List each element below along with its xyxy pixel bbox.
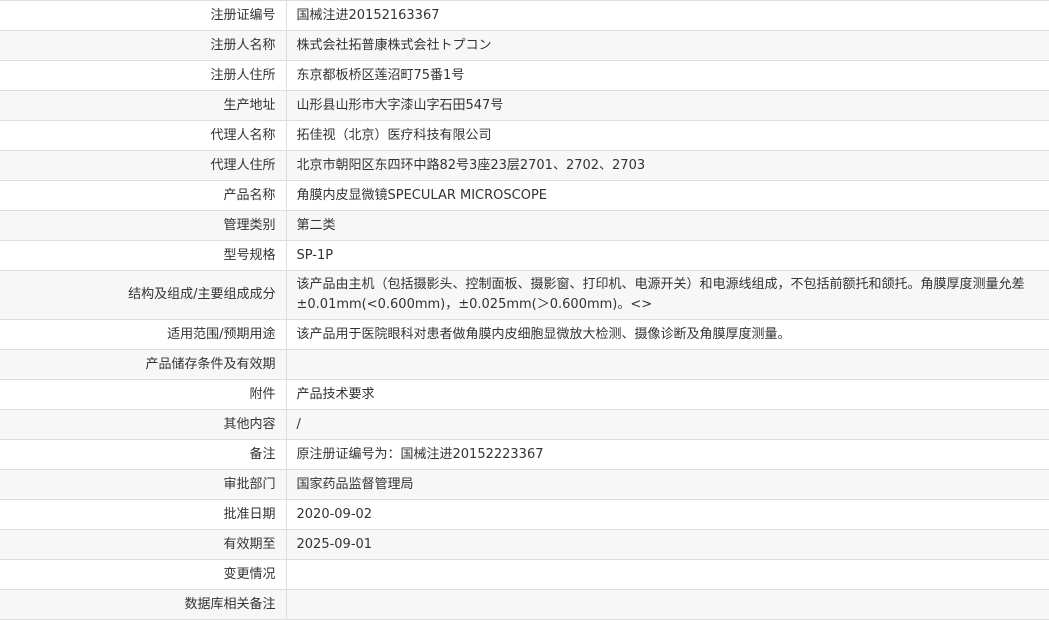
row-value: 产品技术要求	[286, 379, 1049, 410]
row-value: 该产品用于医院眼科对患者做角膜内皮细胞显微放大检测、摄像诊断及角膜厚度测量。	[286, 319, 1049, 350]
row-value: 第二类	[286, 210, 1049, 241]
row-label: 代理人住所	[0, 150, 287, 181]
table-row: 生产地址 山形县山形市大字漆山字石田547号	[0, 90, 1049, 121]
table-row: 批准日期 2020-09-02	[0, 499, 1049, 530]
row-label: 其他内容	[0, 409, 287, 440]
row-value: 国械注进20152163367	[286, 0, 1049, 31]
row-value: 2020-09-02	[286, 499, 1049, 530]
row-value	[286, 589, 1049, 620]
table-row: 适用范围/预期用途 该产品用于医院眼科对患者做角膜内皮细胞显微放大检测、摄像诊断…	[0, 319, 1049, 350]
row-value: SP-1P	[286, 240, 1049, 271]
table-row: 有效期至 2025-09-01	[0, 529, 1049, 560]
table-row: 备注 原注册证编号为：国械注进20152223367	[0, 439, 1049, 470]
row-value: 国家药品监督管理局	[286, 469, 1049, 500]
table-row: 注册人住所 东京都板桥区莲沼町75番1号	[0, 60, 1049, 91]
row-label: 注册人住所	[0, 60, 287, 91]
row-value: 拓佳视（北京）医疗科技有限公司	[286, 120, 1049, 151]
row-value	[286, 559, 1049, 590]
row-value: 东京都板桥区莲沼町75番1号	[286, 60, 1049, 91]
registration-detail-table: 注册证编号 国械注进20152163367 注册人名称 株式会社拓普康株式会社ト…	[0, 0, 1049, 620]
row-label: 备注	[0, 439, 287, 470]
row-value: 山形县山形市大字漆山字石田547号	[286, 90, 1049, 121]
row-label: 产品名称	[0, 180, 287, 211]
table-row: 产品名称 角膜内皮显微镜SPECULAR MICROSCOPE	[0, 180, 1049, 211]
row-value: /	[286, 409, 1049, 440]
row-label: 管理类别	[0, 210, 287, 241]
row-value	[286, 349, 1049, 380]
row-label: 注册证编号	[0, 0, 287, 31]
row-label: 代理人名称	[0, 120, 287, 151]
row-value: 角膜内皮显微镜SPECULAR MICROSCOPE	[286, 180, 1049, 211]
table-row: 代理人名称 拓佳视（北京）医疗科技有限公司	[0, 120, 1049, 151]
table-row: 产品储存条件及有效期	[0, 349, 1049, 380]
table-row: 其他内容 /	[0, 409, 1049, 440]
table-row: 结构及组成/主要组成成分 该产品由主机（包括摄影头、控制面板、摄影窗、打印机、电…	[0, 270, 1049, 320]
table-row: 管理类别 第二类	[0, 210, 1049, 241]
row-value: 北京市朝阳区东四环中路82号3座23层2701、2702、2703	[286, 150, 1049, 181]
table-row: 数据库相关备注	[0, 589, 1049, 620]
row-label: 产品储存条件及有效期	[0, 349, 287, 380]
row-label: 生产地址	[0, 90, 287, 121]
row-value: 2025-09-01	[286, 529, 1049, 560]
table-row: 变更情况	[0, 559, 1049, 590]
table-row: 审批部门 国家药品监督管理局	[0, 469, 1049, 500]
row-label: 注册人名称	[0, 30, 287, 61]
table-row: 附件 产品技术要求	[0, 379, 1049, 410]
row-label: 结构及组成/主要组成成分	[0, 270, 287, 320]
row-label: 有效期至	[0, 529, 287, 560]
row-label: 数据库相关备注	[0, 589, 287, 620]
table-row: 型号规格 SP-1P	[0, 240, 1049, 271]
row-label: 审批部门	[0, 469, 287, 500]
table-row: 注册人名称 株式会社拓普康株式会社トプコン	[0, 30, 1049, 61]
row-value: 株式会社拓普康株式会社トプコン	[286, 30, 1049, 61]
row-label: 附件	[0, 379, 287, 410]
row-label: 适用范围/预期用途	[0, 319, 287, 350]
row-label: 变更情况	[0, 559, 287, 590]
row-value: 该产品由主机（包括摄影头、控制面板、摄影窗、打印机、电源开关）和电源线组成，不包…	[286, 270, 1049, 320]
table-row: 代理人住所 北京市朝阳区东四环中路82号3座23层2701、2702、2703	[0, 150, 1049, 181]
row-label: 批准日期	[0, 499, 287, 530]
table-row: 注册证编号 国械注进20152163367	[0, 0, 1049, 31]
row-value: 原注册证编号为：国械注进20152223367	[286, 439, 1049, 470]
row-label: 型号规格	[0, 240, 287, 271]
